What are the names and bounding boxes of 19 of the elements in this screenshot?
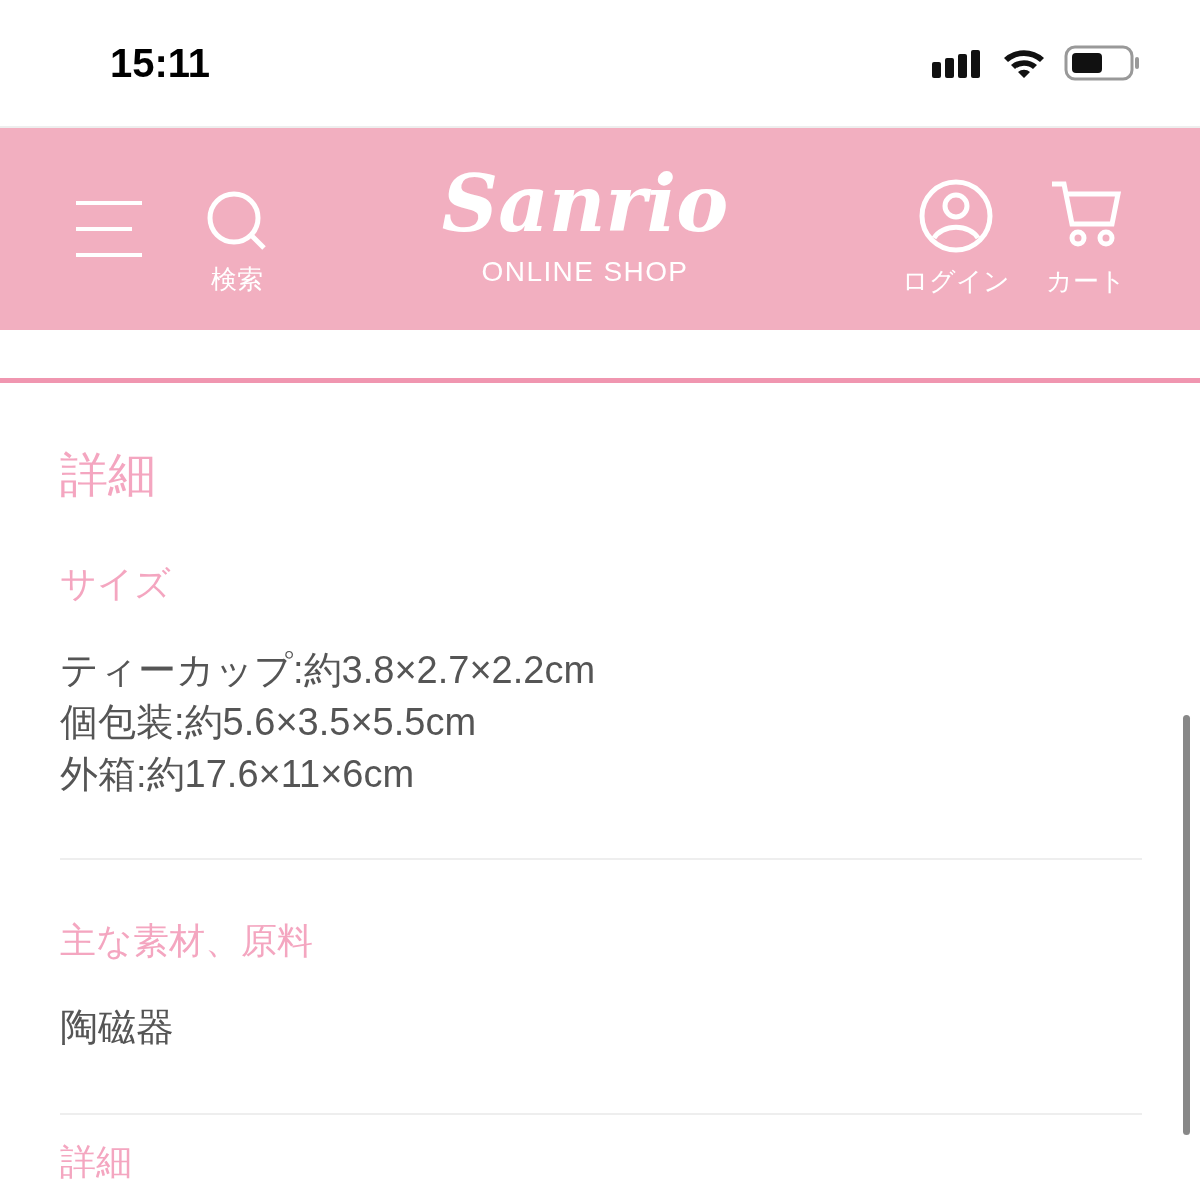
search-icon: [206, 189, 268, 252]
detail-heading: 主な素材、原料: [60, 919, 314, 963]
section-title: 詳細: [60, 447, 157, 503]
detail-text: 個包装:約5.6×3.5×5.5cm: [60, 700, 478, 745]
detail-heading: 詳細: [60, 1140, 133, 1184]
user-icon: [918, 177, 994, 254]
status-time: 15:11: [110, 40, 211, 87]
logo[interactable]: Sanrio: [441, 165, 729, 243]
cart-button[interactable]: カート: [1046, 177, 1126, 301]
detail-text: 陶磁器: [60, 1005, 175, 1050]
detail-heading: サイズ: [60, 562, 172, 606]
logo-subtitle: ONLINE SHOP: [481, 255, 689, 289]
menu-icon: [74, 199, 144, 259]
login-button[interactable]: ログイン: [902, 177, 1010, 301]
wifi-icon: [1002, 47, 1046, 79]
detail-text: 外箱:約17.6×11×6cm: [60, 752, 416, 797]
detail-text: ティーカップ:約3.8×2.7×2.2cm: [60, 648, 597, 693]
battery-icon: [1064, 45, 1140, 81]
search-button[interactable]: 検索: [206, 189, 268, 299]
